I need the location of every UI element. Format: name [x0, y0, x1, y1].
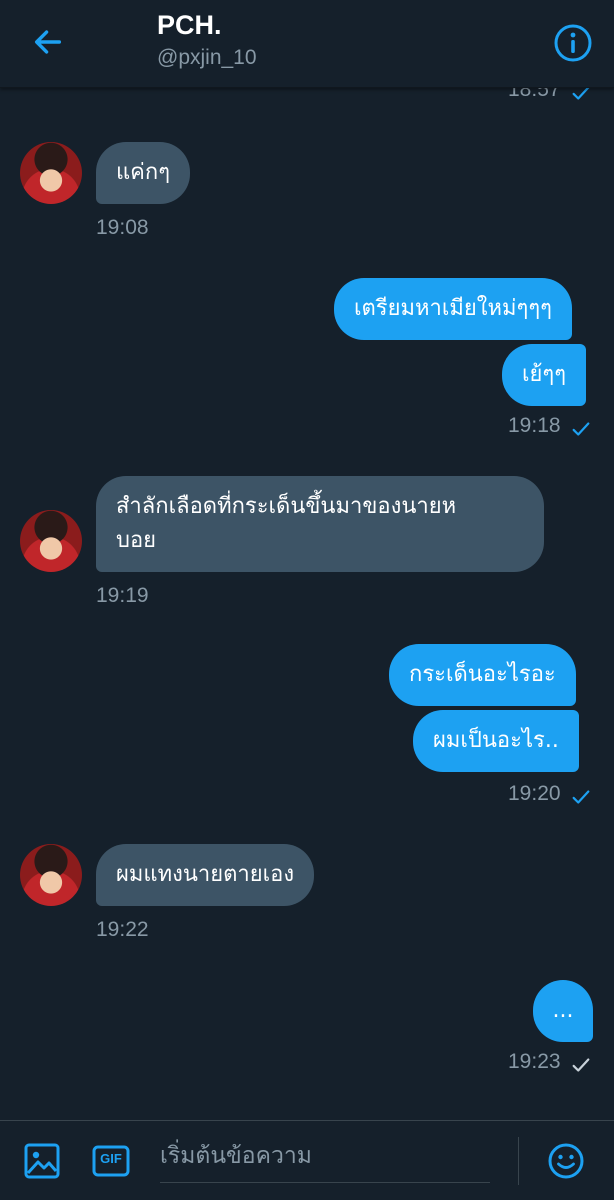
outgoing-message-bubble[interactable]: ผมเป็นอะไร..	[413, 710, 579, 772]
incoming-message-bubble[interactable]: ผมแทงนายตายเอง	[96, 844, 315, 906]
message-time: 18:57	[508, 88, 561, 101]
message-time: 19:08	[96, 216, 149, 239]
contact-handle[interactable]: @pxjin_10	[157, 46, 257, 70]
message-time: 19:20	[508, 782, 561, 805]
message-list[interactable]: 18:57 แค่กๆ 19:08 เตรียมหาเมียใหม่ๆๆๆ เย…	[0, 88, 614, 1120]
add-image-button[interactable]	[22, 1141, 62, 1181]
avatar[interactable]	[20, 142, 82, 204]
info-icon	[554, 24, 592, 62]
incoming-message-bubble[interactable]: แค่กๆ	[96, 142, 191, 204]
message-time: 19:18	[508, 414, 561, 437]
checkmark-icon	[572, 790, 590, 804]
incoming-message-bubble[interactable]: สำลักเลือดที่กระเด็นขึ้นมาของนายห บอย	[96, 476, 544, 572]
add-gif-button[interactable]: GIF	[91, 1141, 131, 1181]
back-arrow-icon	[34, 30, 62, 54]
outgoing-message-bubble[interactable]: เย้ๆๆ	[502, 344, 587, 406]
emoji-icon	[548, 1143, 584, 1179]
message-time: 19:19	[96, 584, 149, 607]
checkmark-icon	[572, 422, 590, 436]
contact-name[interactable]: PCH.	[157, 10, 222, 41]
outgoing-message-bubble[interactable]: ...	[533, 980, 593, 1042]
outgoing-message-bubble[interactable]: กระเด็นอะไรอะ	[389, 644, 576, 706]
message-input[interactable]: เริ่มต้นข้อความ	[160, 1139, 490, 1183]
avatar[interactable]	[20, 844, 82, 906]
conversation-header: PCH. @pxjin_10	[0, 0, 614, 88]
back-button[interactable]	[26, 20, 70, 64]
info-button[interactable]	[552, 22, 594, 64]
message-time: 19:23	[508, 1050, 561, 1073]
image-icon	[24, 1143, 60, 1179]
outgoing-message-bubble[interactable]: เตรียมหาเมียใหม่ๆๆๆ	[334, 278, 572, 340]
avatar[interactable]	[20, 510, 82, 572]
composer-divider	[518, 1137, 519, 1185]
message-time: 19:22	[96, 918, 149, 941]
checkmark-icon	[572, 1058, 590, 1072]
message-composer: GIF เริ่มต้นข้อความ	[0, 1120, 614, 1200]
checkmark-icon	[572, 88, 590, 100]
gif-label: GIF	[100, 1151, 122, 1166]
emoji-button[interactable]	[546, 1141, 586, 1181]
